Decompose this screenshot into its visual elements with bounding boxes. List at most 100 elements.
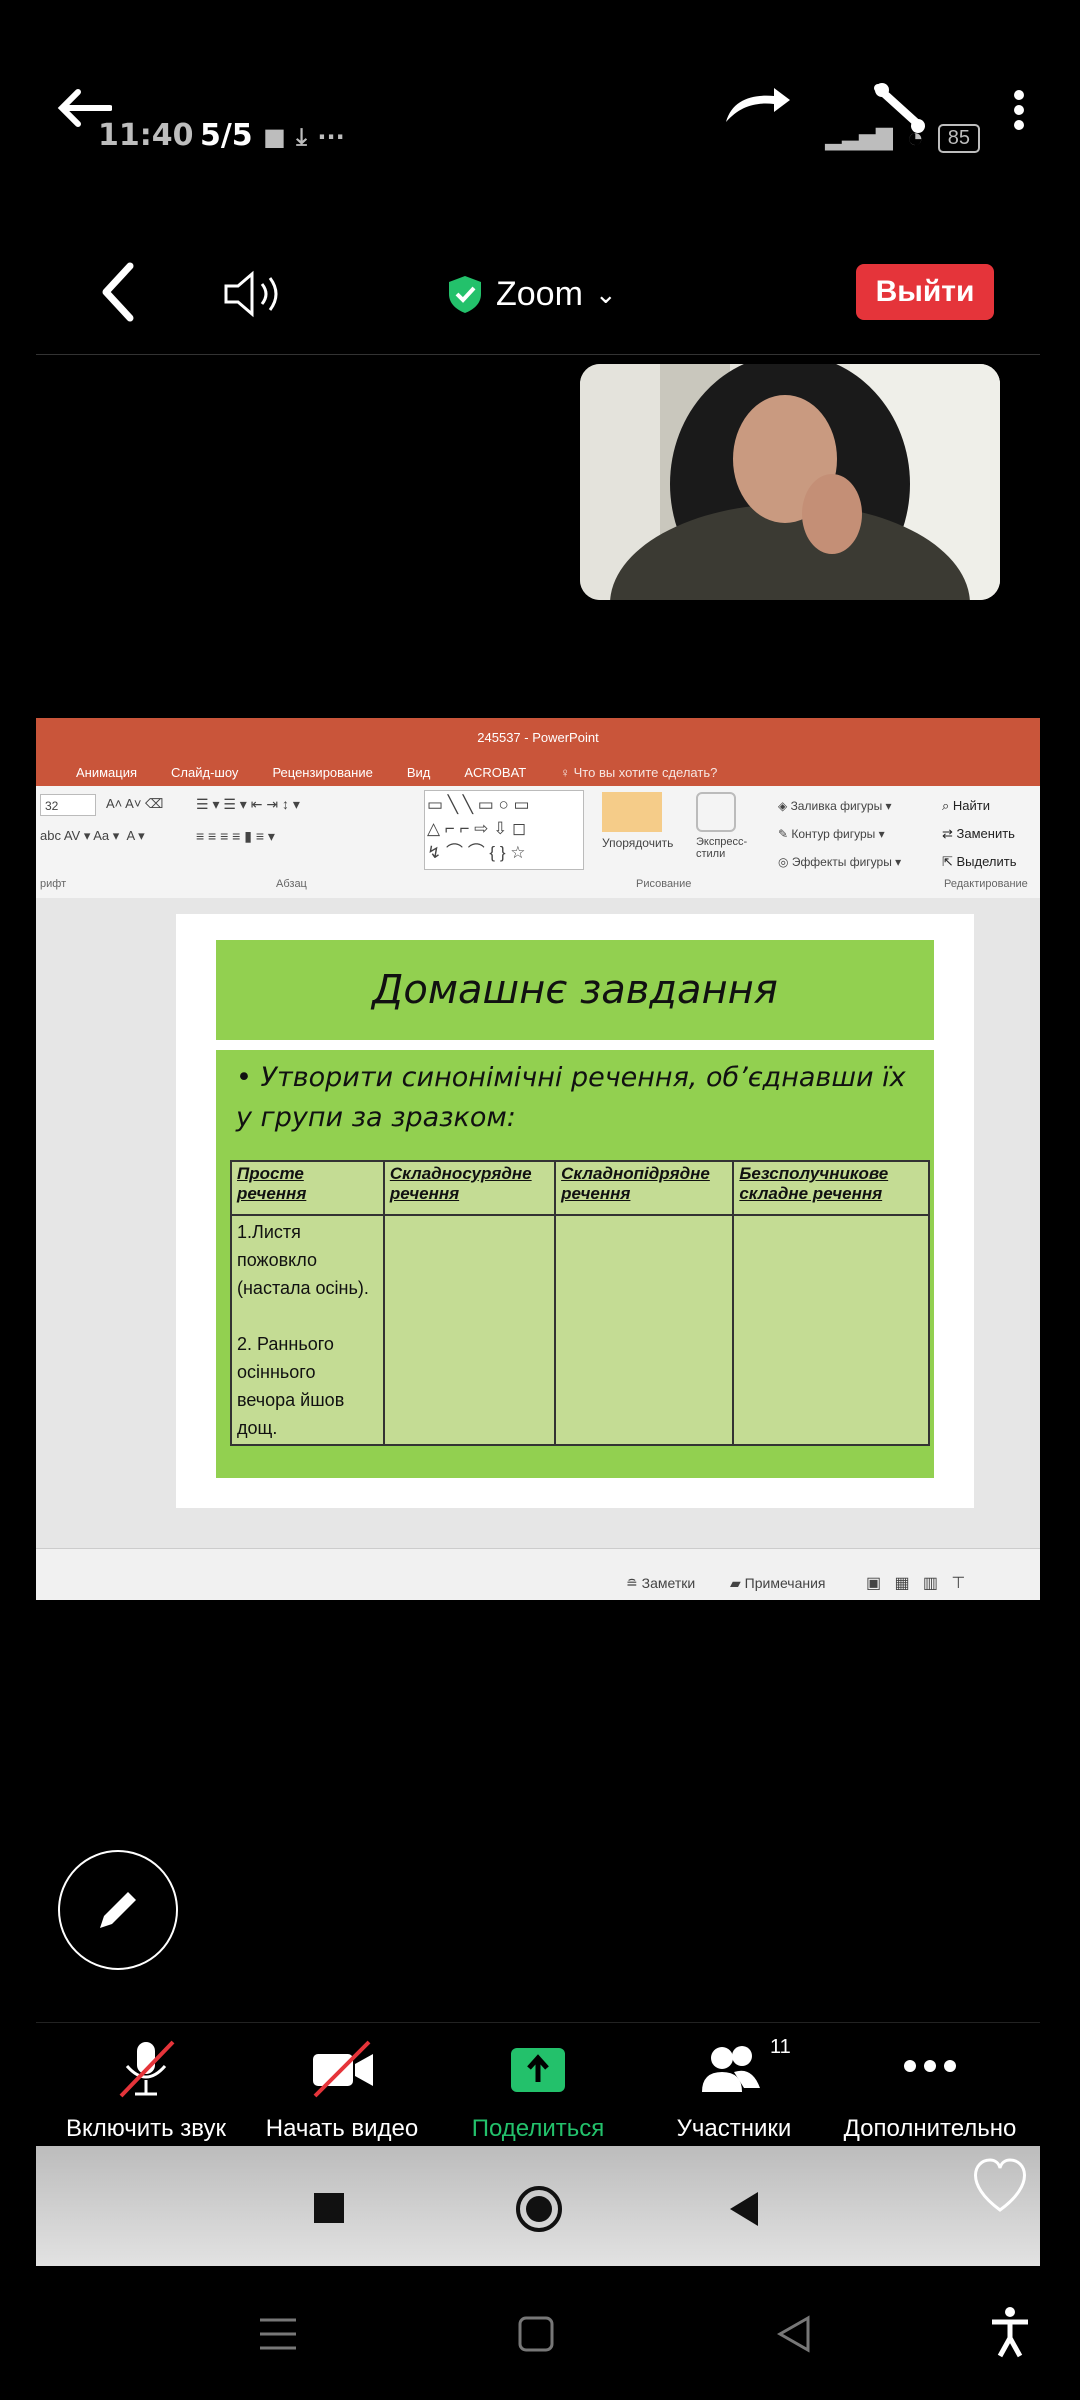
table-cell: 1.Листя пожовкло (настала осінь). 2. Ран… [230,1214,385,1446]
list-icons[interactable]: ☰ ▾ ☰ ▾ ⇤ ⇥ ↕ ▾ [196,796,300,813]
lightbulb-icon: ♀ [560,764,570,780]
shape-effects-button[interactable]: ◎ Эффекты фигуры ▾ [778,848,901,876]
annotate-button[interactable] [58,1850,178,1970]
table-header: Складнопідрядне речення [554,1160,735,1216]
slide-bullet-text: Утворити синонімічні речення, об’єднавши… [236,1062,906,1133]
meeting-title[interactable]: Zoom ⌄ [446,266,617,322]
page-counter: 5/5 [199,118,253,153]
recorded-nav-bar [36,2146,1040,2266]
table-header: Складносурядне речення [382,1160,557,1216]
quick-styles-icon [696,792,736,832]
wifi-icon: ◔ [906,122,924,153]
header-divider [36,354,1040,355]
ppt-tabs: Анимация Слайд-шоу Рецензирование Вид AC… [36,758,1040,786]
slide-body: • Утворити синонімічні речення, об’єднав… [216,1050,934,1478]
participant-person-icon [580,364,1000,600]
status-time-text: 11:40 [98,118,194,153]
participants-button[interactable]: 11 Участники [644,2036,824,2143]
video-off-icon [313,2040,373,2098]
share-screen-label: Поделиться [471,2115,605,2142]
share-icon[interactable] [722,88,792,124]
editing-group: ⌕ Найти ⇄ Заменить ⇱ Выделить [942,792,1017,876]
exit-button[interactable]: Выйти [856,264,994,320]
arrange-button[interactable]: Упорядочить [602,836,673,850]
shapes-gallery[interactable]: ▭ ╲ ╲ ▭ ○ ▭ △ ⌐ ⌐ ⇨ ⇩ ◻ ↯ ⌒ ⌒ { } ☆ [424,790,584,870]
arrange-icon [602,792,662,832]
tab-acrobat[interactable]: ACROBAT [464,765,526,780]
select-button[interactable]: ⇱ Выделить [942,848,1017,876]
back-icon[interactable] [774,2314,814,2354]
unmute-button[interactable]: Включить звук [56,2036,236,2143]
viewer-bar [0,60,1080,133]
group-drawing-label: Рисование [636,878,692,890]
status-right: ▂▃▅▇ ◔ 85 [825,122,980,154]
replace-button[interactable]: ⇄ Заменить [942,820,1017,848]
notes-button[interactable]: ≘ Заметки [626,1575,695,1592]
group-editing-label: Редактирование [944,878,1028,890]
font-grow-icon[interactable]: A˄ A˅ ⌫ [106,796,163,812]
unmute-label: Включить звук [65,2115,227,2142]
quick-styles-button[interactable]: Экспресс-стили [696,836,766,860]
system-nav-bar [0,2266,1080,2400]
download-icon: ⤓ [296,123,307,151]
start-video-label: Начать видео [265,2115,419,2142]
shape-outline-button[interactable]: ✎ Контур фигуры ▾ [778,820,901,848]
group-font-label: рифт [40,878,67,890]
tab-animation[interactable]: Анимация [76,765,137,780]
back-triangle-icon[interactable] [726,2190,762,2228]
more-button[interactable]: Дополнительно [840,2036,1020,2143]
recents-square-icon[interactable] [314,2193,344,2223]
shape-fill-button[interactable]: ◈ Заливка фигуры ▾ [778,792,901,820]
status-time: 11:40 5/5 ■ ⤓ ··· [98,118,345,153]
home-circle-icon[interactable] [514,2184,564,2234]
participants-count: 11 [770,2036,791,2058]
task-table: Просте речення Складносурядне речення Ск… [230,1160,930,1446]
table-row: 1.Листя пожовкло (настала осінь). 2. Ран… [230,1214,930,1446]
menu-lines-icon[interactable] [258,2316,298,2352]
mic-muted-icon [119,2040,175,2098]
shape-effects-label: Эффекты фигуры [791,855,892,869]
tab-slideshow[interactable]: Слайд-шоу [171,765,238,780]
home-square-icon[interactable] [516,2314,556,2354]
group-paragraph-label: Абзац [276,878,307,890]
notes-label: Заметки [641,1575,696,1591]
back-chevron-icon[interactable] [100,262,136,322]
table-cell [732,1214,930,1446]
shield-check-icon [449,276,481,313]
shape-outline-label: Контур фигуры [791,827,876,841]
comments-button[interactable]: ▰ Примечания [730,1575,825,1592]
shape-fill-label: Заливка фигуры [790,799,883,813]
meeting-title-label: Zoom [496,274,583,313]
table-header: Безсполучникове складне речення [732,1160,930,1216]
more-vert-icon[interactable] [1012,90,1026,130]
view-buttons-icon[interactable]: ▣ ▦ ▥ ⊤ [866,1573,965,1593]
share-screen-button[interactable]: Поделиться [448,2036,628,2143]
heart-icon[interactable] [968,2156,1032,2214]
tell-me-search[interactable]: ♀ Что вы хотите сделать? [560,765,717,780]
select-label: Выделить [956,854,1017,869]
chevron-down-icon: ⌄ [594,278,617,309]
font-size-field[interactable]: 32 [40,794,96,816]
table-cell-text: 1.Листя пожовкло (настала осінь). [237,1222,369,1298]
video-icon: ■ [263,123,286,151]
participant-video[interactable] [580,364,1000,600]
find-label: Найти [952,798,991,813]
tab-view[interactable]: Вид [407,765,431,780]
font-tools-icon[interactable]: abc AV ▾ Aa ▾ A ▾ [40,828,145,844]
align-icons[interactable]: ≡ ≡ ≡ ≡ ▮ ≡ ▾ [196,828,275,845]
speaker-icon[interactable] [222,270,286,318]
battery-badge: 85 [937,123,980,153]
table-cell [554,1214,735,1446]
start-video-button[interactable]: Начать видео [252,2036,432,2143]
participants-label: Участники [676,2115,792,2142]
slide-bullet: • Утворити синонімічні речення, об’єднав… [236,1058,916,1138]
shared-screen[interactable]: 245537 - PowerPoint Анимация Слайд-шоу Р… [36,718,1040,1600]
more-horiz-icon: ··· [317,123,345,151]
comments-label: Примечания [744,1575,826,1591]
accessibility-icon[interactable] [990,2306,1030,2358]
participants-icon [702,2046,760,2092]
tab-review[interactable]: Рецензирование [272,765,372,780]
signal-icon: ▂▃▅▇ [825,125,893,150]
ppt-ribbon: 32 A˄ A˅ ⌫ abc AV ▾ Aa ▾ A ▾ ☰ ▾ ☰ ▾ ⇤ ⇥… [36,786,1040,899]
find-button[interactable]: ⌕ Найти [942,792,1017,820]
